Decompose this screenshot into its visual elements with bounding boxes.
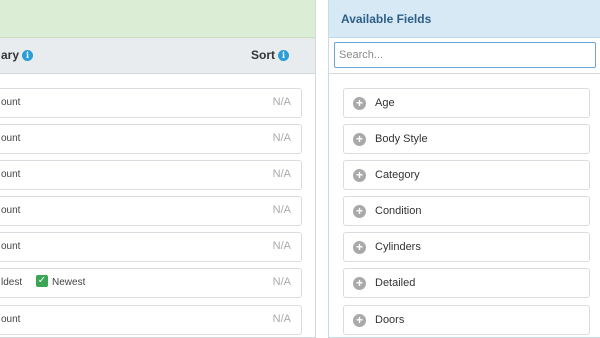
table-row[interactable]: ount N/A (0, 196, 313, 226)
sort-header-label: Sort (251, 48, 275, 62)
summary-header-label: ary (1, 48, 20, 62)
sort-value[interactable]: N/A (273, 240, 291, 252)
available-fields-panel: Available Fields + Age + Body Style + Ca… (328, 0, 600, 338)
selected-fields-panel: ary i Sort i ount N/A ount N/A ount N/A … (0, 0, 316, 338)
add-icon[interactable]: + (353, 133, 366, 146)
summary-header: ary i (1, 48, 34, 62)
report-builder: ary i Sort i ount N/A ount N/A ount N/A … (0, 0, 600, 338)
table-row[interactable]: ount N/A (0, 88, 313, 118)
available-fields-header: Available Fields (329, 0, 600, 38)
field-label: Cylinders (375, 241, 421, 253)
summary-value: ount (1, 241, 21, 252)
row-box (0, 88, 302, 118)
row-box (0, 196, 302, 226)
field-label: Category (375, 169, 420, 181)
add-icon[interactable]: + (353, 97, 366, 110)
table-row[interactable]: ount N/A (0, 160, 313, 190)
field-item-condition[interactable]: + Condition (343, 196, 590, 226)
search-bar (329, 38, 600, 74)
sort-value[interactable]: N/A (273, 276, 291, 288)
info-icon[interactable]: i (22, 49, 34, 61)
info-icon[interactable]: i (278, 49, 289, 61)
add-icon[interactable]: + (353, 314, 366, 327)
field-item-cylinders[interactable]: + Cylinders (343, 232, 590, 262)
field-item-detailed[interactable]: + Detailed (343, 268, 590, 298)
field-item-doors[interactable]: + Doors (343, 305, 590, 335)
table-row[interactable]: ount N/A (0, 232, 313, 262)
summary-value: ount (1, 97, 21, 108)
newest-option[interactable]: Newest (52, 277, 85, 288)
table-row[interactable]: ount N/A (0, 124, 313, 154)
row-box (0, 124, 302, 154)
sort-value[interactable]: N/A (273, 204, 291, 216)
checkbox-checked-icon[interactable]: ✓ (36, 275, 48, 287)
field-label: Age (375, 97, 395, 109)
oldest-option[interactable]: ldest (1, 277, 22, 288)
search-input[interactable] (334, 42, 596, 68)
field-item-age[interactable]: + Age (343, 88, 590, 118)
summary-value: ount (1, 205, 21, 216)
row-box (0, 160, 302, 190)
sort-header: Sort i (251, 48, 289, 62)
row-box (0, 305, 302, 335)
table-row[interactable]: ount N/A (0, 305, 313, 335)
add-icon[interactable]: + (353, 169, 366, 182)
sort-value[interactable]: N/A (273, 168, 291, 180)
summary-value: ount (1, 133, 21, 144)
add-icon[interactable]: + (353, 205, 366, 218)
table-row[interactable]: ldest ✓ Newest N/A (0, 268, 313, 298)
field-item-category[interactable]: + Category (343, 160, 590, 190)
panel-title: Available Fields (341, 12, 432, 26)
field-label: Body Style (375, 133, 428, 145)
sort-value[interactable]: N/A (273, 313, 291, 325)
field-label: Doors (375, 314, 405, 326)
add-icon[interactable]: + (353, 241, 366, 254)
field-label: Detailed (375, 277, 416, 289)
summary-value: ount (1, 169, 21, 180)
sort-value[interactable]: N/A (273, 132, 291, 144)
columns-header: ary i Sort i (0, 38, 315, 74)
row-box (0, 232, 302, 262)
add-icon[interactable]: + (353, 277, 366, 290)
sort-value[interactable]: N/A (273, 96, 291, 108)
summary-value: ount (1, 314, 21, 325)
field-label: Condition (375, 205, 422, 217)
field-item-body-style[interactable]: + Body Style (343, 124, 590, 154)
panel-top-bar (0, 0, 315, 38)
